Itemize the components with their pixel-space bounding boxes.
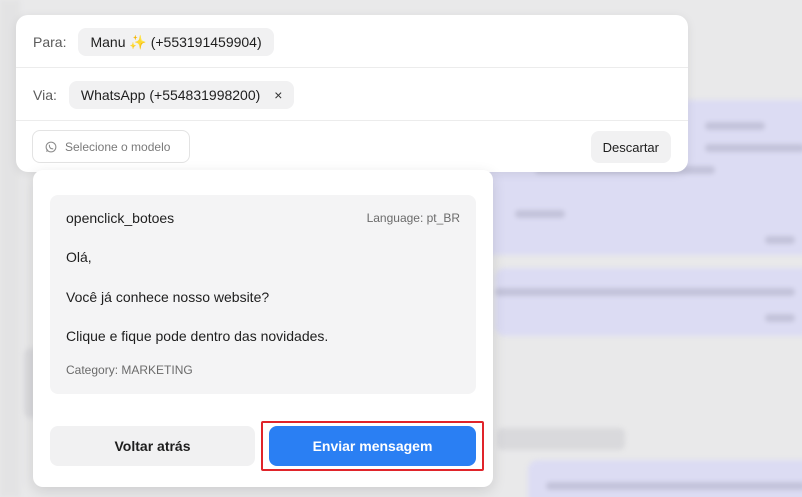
template-card: openclick_botoes Language: pt_BR Olá, Vo… — [50, 195, 476, 394]
background-system-chip — [497, 428, 625, 450]
channel-name: WhatsApp (+554831998200) — [80, 87, 261, 103]
send-message-button[interactable]: Enviar mensagem — [269, 426, 476, 466]
discard-button[interactable]: Descartar — [590, 131, 671, 163]
recipient-label: Para: — [33, 34, 67, 50]
message-composer: Para: Manu ✨ (+553191459904) Via: WhatsA… — [16, 15, 688, 172]
divider — [16, 67, 688, 68]
channel-label: Via: — [33, 87, 57, 103]
background-message-bubble — [495, 268, 802, 336]
template-language: Language: pt_BR — [366, 211, 460, 225]
template-preview-dialog: openclick_botoes Language: pt_BR Olá, Vo… — [33, 170, 493, 487]
channel-row: Via: WhatsApp (+554831998200) × — [16, 80, 688, 110]
back-button[interactable]: Voltar atrás — [50, 426, 255, 466]
template-name: openclick_botoes — [66, 210, 175, 226]
template-body-line: Clique e fique pode dentro das novidades… — [66, 328, 329, 344]
whatsapp-icon — [45, 141, 57, 152]
recipient-row: Para: Manu ✨ (+553191459904) — [16, 27, 688, 57]
background-message-bubble — [528, 460, 802, 497]
remove-channel-icon[interactable]: × — [274, 87, 282, 103]
recipient-chip[interactable]: Manu ✨ (+553191459904) — [78, 28, 274, 56]
template-body-line: Você já conhece nosso website? — [66, 289, 270, 305]
recipient-name: Manu ✨ (+553191459904) — [90, 33, 262, 50]
template-category: Category: MARKETING — [66, 363, 193, 377]
divider — [16, 120, 688, 121]
channel-chip[interactable]: WhatsApp (+554831998200) × — [68, 81, 295, 109]
template-body-line: Olá, — [66, 249, 92, 265]
template-select-placeholder: Selecione o modelo — [65, 139, 171, 154]
template-select[interactable]: Selecione o modelo — [32, 130, 190, 163]
